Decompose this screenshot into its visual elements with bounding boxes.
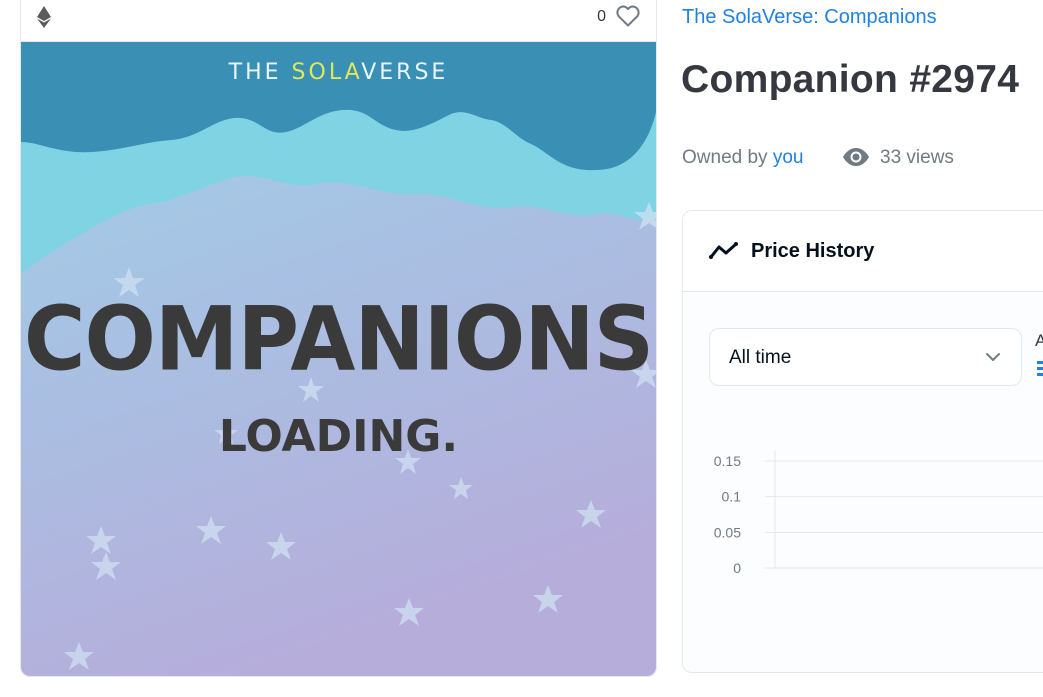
owned-by-label: Owned by [682, 147, 768, 168]
y-tick-label: 0 [733, 560, 741, 576]
views-label: 33 views [880, 147, 954, 168]
artwork-headline: COMPANIONS [23, 287, 654, 391]
item-title: Companion #2974 [681, 58, 1020, 101]
chevron-down-icon [986, 353, 1000, 361]
average-price-label: A [1035, 331, 1043, 351]
owner-row: Owned by you [682, 147, 803, 169]
price-history-header[interactable]: Price History [683, 211, 1043, 292]
media-header: 0 [21, 0, 656, 42]
trending-icon [709, 242, 738, 259]
ethereum-icon [37, 6, 51, 28]
legend-bar-icon [1037, 361, 1043, 376]
time-range-value: All time [729, 347, 792, 368]
y-tick-label: 0.05 [714, 524, 741, 540]
heart-icon[interactable] [616, 5, 640, 27]
y-tick-label: 0.1 [722, 489, 742, 505]
artwork-brand-title: THE SOLAVERSE [228, 60, 449, 85]
favorite-count: 0 [597, 8, 606, 25]
views-count: 33 views [842, 147, 954, 169]
eye-icon [843, 148, 869, 166]
collection-link[interactable]: The SolaVerse: Companions [682, 6, 937, 29]
owner-link[interactable]: you [773, 147, 804, 168]
price-history-panel: Price History All time A 0.15 0.1 0.05 0 [682, 210, 1043, 673]
nft-artwork[interactable]: THE SOLAVERSE COMPANIONS LOADING. [21, 42, 656, 676]
price-history-chart: 0.15 0.1 0.05 0 [714, 451, 1043, 576]
media-card: 0 THE SOLAVERSE COMPANIONS LOADING. [20, 0, 657, 677]
price-history-title: Price History [751, 240, 875, 262]
artwork-subline: LOADING. [218, 411, 459, 462]
time-range-select[interactable]: All time [709, 328, 1022, 386]
y-tick-label: 0.15 [714, 453, 741, 469]
